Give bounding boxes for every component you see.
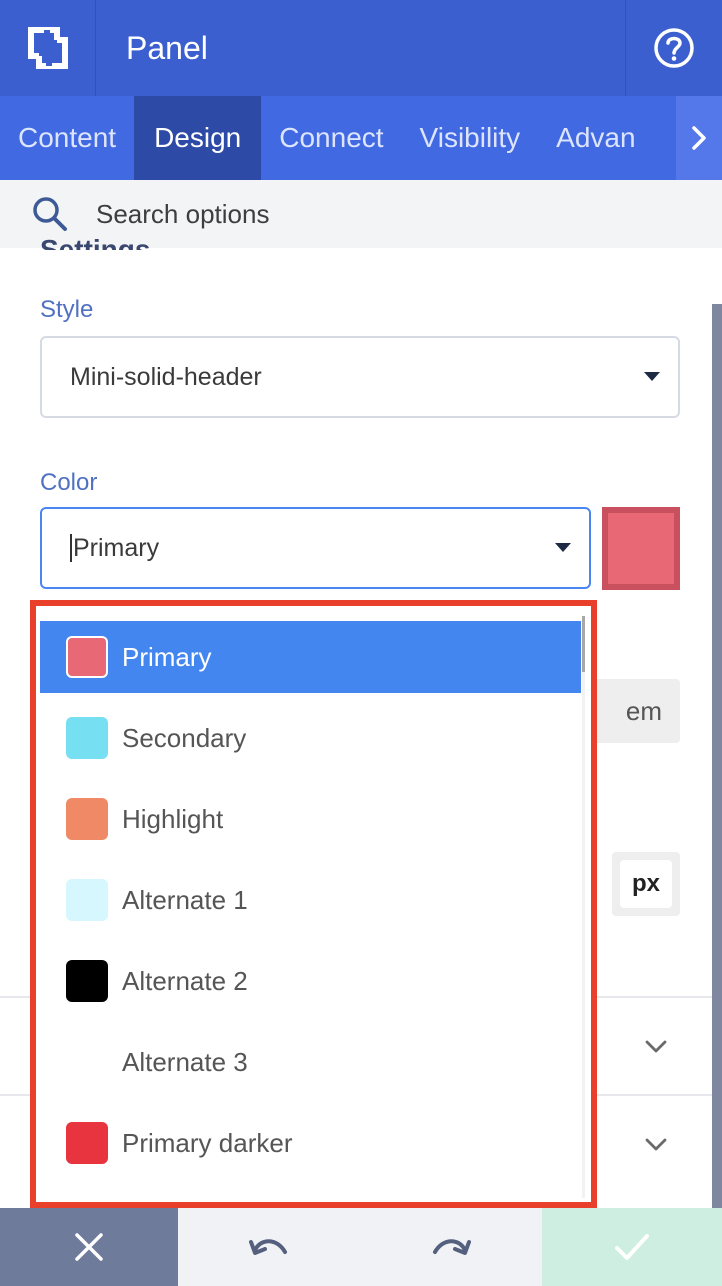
- chevron-down-icon[interactable]: [644, 1034, 668, 1058]
- panel-scrollbar[interactable]: [712, 304, 722, 1208]
- save-button[interactable]: [542, 1208, 722, 1286]
- text-cursor: [70, 534, 72, 562]
- color-option-alternate-2[interactable]: Alternate 2: [40, 945, 581, 1017]
- unit-em-toggle[interactable]: em: [590, 679, 680, 743]
- style-select[interactable]: Mini-solid-header: [40, 336, 680, 418]
- color-swatch: [66, 717, 108, 759]
- chevron-right-icon: [692, 126, 706, 150]
- color-option-primary[interactable]: Primary: [40, 621, 581, 693]
- panel-title: Panel: [126, 29, 208, 66]
- redo-button[interactable]: [360, 1208, 542, 1286]
- option-label: Highlight: [122, 803, 224, 834]
- tab-advanced[interactable]: Advan: [538, 96, 658, 180]
- color-select[interactable]: Primary: [40, 507, 591, 589]
- option-label: Secondary: [122, 722, 247, 753]
- color-option-alternate-1[interactable]: Alternate 1: [40, 864, 581, 936]
- color-swatch: [66, 1122, 108, 1164]
- option-label: Primary: [122, 641, 212, 672]
- color-option-alternate-3[interactable]: Alternate 3: [40, 1026, 581, 1098]
- unit-px-toggle[interactable]: px: [612, 852, 680, 916]
- help-button[interactable]: [625, 0, 722, 96]
- color-option-highlight[interactable]: Highlight: [40, 783, 581, 855]
- tabs-scroll-right-button[interactable]: [676, 96, 722, 180]
- tab-bar: Content Design Connect Visibility Advan: [0, 96, 722, 180]
- unit-em-label: em: [625, 695, 662, 726]
- section-heading: Settings: [40, 234, 151, 250]
- color-label: Color: [40, 469, 98, 496]
- option-label: Primary darker: [122, 1127, 293, 1158]
- empty-swatch: [66, 1041, 108, 1083]
- color-swatch: [66, 636, 108, 678]
- color-swatch: [66, 960, 108, 1002]
- close-button[interactable]: [0, 1208, 178, 1286]
- color-swatch: [66, 798, 108, 840]
- undo-icon: [249, 1239, 287, 1255]
- tab-design[interactable]: Design: [134, 96, 262, 180]
- option-label: Alternate 3: [122, 1046, 248, 1077]
- tab-content[interactable]: Content: [0, 96, 134, 180]
- panel-header: Panel: [0, 0, 722, 96]
- chevron-down-icon[interactable]: [644, 1132, 668, 1156]
- redo-icon: [433, 1239, 471, 1255]
- undo-button[interactable]: [178, 1208, 360, 1286]
- tab-visibility[interactable]: Visibility: [402, 96, 539, 180]
- caret-down-icon: [555, 543, 571, 552]
- color-select-value: Primary: [73, 533, 160, 562]
- color-dropdown-menu: Primary Secondary Highlight Alternate 1 …: [30, 600, 597, 1208]
- check-icon: [615, 1234, 649, 1260]
- dropdown-scrollbar[interactable]: [582, 616, 585, 1198]
- action-bar: [0, 1208, 722, 1286]
- color-option-primary-darker[interactable]: Primary darker: [40, 1107, 581, 1179]
- color-swatch: [66, 879, 108, 921]
- style-select-value: Mini-solid-header: [70, 362, 262, 391]
- close-icon: [75, 1233, 103, 1261]
- search-input[interactable]: [96, 198, 656, 230]
- unit-px-label: px: [620, 860, 672, 908]
- option-label: Alternate 2: [122, 965, 248, 996]
- color-swatch-button[interactable]: [602, 507, 680, 590]
- color-option-secondary[interactable]: Secondary: [40, 702, 581, 774]
- logo-button[interactable]: [0, 0, 96, 96]
- help-circle-icon: [654, 28, 694, 68]
- caret-down-icon: [644, 372, 660, 381]
- tab-connect[interactable]: Connect: [261, 96, 401, 180]
- logo-icon: [27, 27, 68, 69]
- option-label: Alternate 1: [122, 884, 248, 915]
- color-options-list: Primary Secondary Highlight Alternate 1 …: [40, 616, 585, 1198]
- dropdown-scrollbar-thumb[interactable]: [582, 616, 585, 672]
- style-label: Style: [40, 296, 94, 323]
